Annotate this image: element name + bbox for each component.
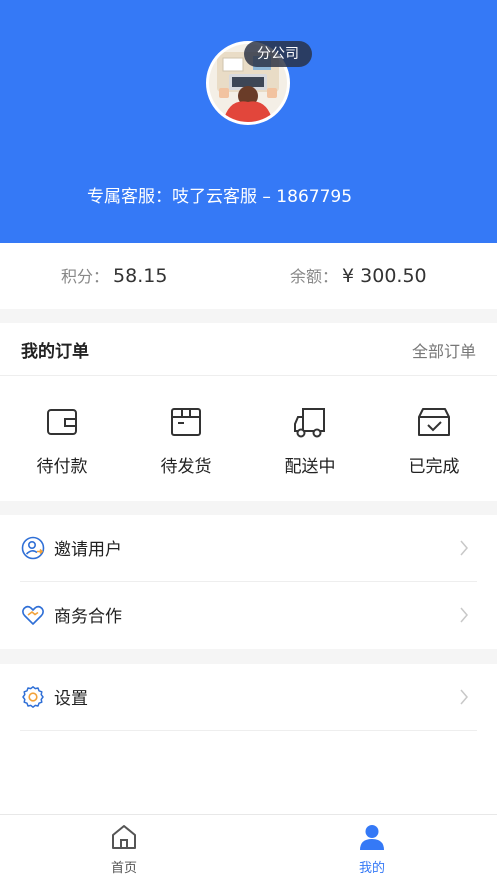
menu-item-label: 商务合作: [54, 607, 122, 627]
menu-group-1: 邀请用户 商务合作: [0, 515, 497, 649]
handshake-heart-icon: [22, 605, 44, 625]
invite-user-icon: [21, 536, 45, 560]
menu-item-settings[interactable]: 设置: [0, 664, 497, 731]
menu-item-label: 设置: [54, 689, 88, 709]
tab-home[interactable]: 首页: [74, 823, 174, 876]
orders-title: 我的订单: [21, 342, 89, 362]
order-status-pending-payment[interactable]: 待付款: [22, 405, 102, 477]
tab-label: 首页: [110, 861, 137, 876]
order-status-completed[interactable]: 已完成: [394, 405, 474, 477]
points-stat[interactable]: 积分： 58.15: [61, 263, 167, 290]
divider: [20, 730, 477, 731]
completed-box-icon: [418, 408, 450, 436]
my-orders-card: 我的订单 全部订单 待付款 待发货 配送中 已完成: [0, 323, 497, 501]
bottom-tab-bar: 首页 我的: [0, 814, 497, 883]
chevron-right-icon: [460, 689, 468, 705]
status-label: 已完成: [408, 457, 460, 477]
profile-header: 分公司 专属客服：吱了云客服 – 1867795: [0, 0, 497, 243]
user-icon: [360, 825, 384, 850]
menu-item-invite-users[interactable]: 邀请用户: [0, 515, 497, 582]
branch-badge: 分公司: [244, 41, 312, 67]
balance-label: 余额：: [290, 267, 339, 286]
package-icon: [171, 408, 201, 436]
balance-value: ¥ 300.50: [342, 265, 427, 287]
chevron-right-icon: [460, 607, 468, 623]
menu-item-business-cooperation[interactable]: 商务合作: [0, 582, 497, 649]
settings-gear-icon: [22, 686, 44, 708]
dedicated-service-text[interactable]: 专属客服：吱了云客服 – 1867795: [87, 184, 359, 210]
orders-header: 我的订单 全部订单: [0, 323, 497, 376]
chevron-right-icon: [460, 540, 468, 556]
balance-stat[interactable]: 余额： ¥ 300.50: [290, 263, 427, 290]
account-stats: 积分： 58.15 余额： ¥ 300.50: [0, 243, 497, 309]
tab-label: 我的: [358, 861, 385, 876]
home-icon: [112, 825, 136, 849]
status-label: 待付款: [36, 457, 88, 477]
tab-mine[interactable]: 我的: [322, 823, 422, 876]
all-orders-link[interactable]: 全部订单: [412, 338, 476, 362]
status-label: 配送中: [284, 457, 336, 477]
points-value: 58.15: [113, 265, 168, 287]
truck-icon: [294, 408, 325, 438]
order-status-in-delivery[interactable]: 配送中: [270, 405, 350, 477]
wallet-icon: [47, 409, 77, 435]
order-status-awaiting-shipment[interactable]: 待发货: [146, 405, 226, 477]
status-label: 待发货: [160, 457, 212, 477]
menu-item-label: 邀请用户: [54, 540, 122, 560]
points-label: 积分：: [61, 267, 110, 286]
menu-group-2: 设置: [0, 664, 497, 814]
